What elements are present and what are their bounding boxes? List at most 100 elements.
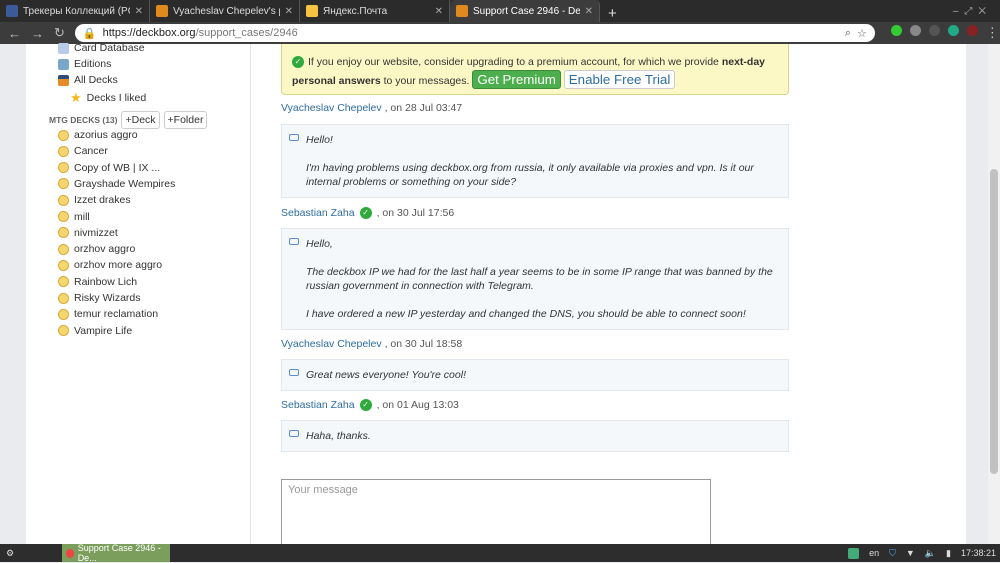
author-link[interactable]: Vyacheslav Chepelev	[281, 338, 382, 350]
deck-bulb-icon	[58, 259, 69, 271]
deck-name: Vampire Life	[74, 324, 133, 337]
start-menu-icon[interactable]: ⚙	[6, 548, 14, 559]
deck-bulb-icon	[58, 194, 69, 206]
tray-app-icon[interactable]	[848, 547, 860, 559]
battery-icon[interactable]: ▮	[946, 548, 951, 559]
star-icon: ★	[70, 90, 82, 105]
sidebar-item-decks-liked[interactable]: ★ Decks I liked	[70, 90, 146, 106]
close-window-icon[interactable]: ✕	[978, 6, 992, 17]
message-body: Great news everyone! You're cool!	[281, 359, 789, 391]
extension-icon[interactable]	[890, 25, 902, 36]
extension-icon[interactable]	[928, 25, 940, 36]
sidebar-item-editions[interactable]: Editions	[58, 58, 111, 70]
deck-bulb-icon	[58, 292, 69, 304]
tab-title: Vyacheslav Chepelev's profile -	[173, 5, 280, 17]
browser-tab[interactable]: Vyacheslav Chepelev's profile - ✕	[150, 0, 300, 22]
deck-bulb-icon	[58, 178, 69, 190]
message-timestamp: , on 01 Aug 13:03	[376, 399, 459, 411]
deck-name: orzhov more aggro	[74, 259, 163, 272]
sidebar-item-all-decks[interactable]: All Decks	[58, 74, 118, 86]
speech-bubble-icon	[289, 134, 299, 141]
maximize-icon[interactable]: ⤢	[964, 6, 978, 17]
sidebar-item-card-database[interactable]: Card Database	[58, 42, 145, 54]
deck-name: Copy of WB | IX ...	[74, 161, 161, 174]
deck-item[interactable]: temur reclamation	[58, 308, 158, 320]
deck-item[interactable]: orzhov aggro	[58, 243, 135, 255]
message-paragraph: I'm having problems using deckbox.org fr…	[306, 162, 754, 188]
browser-tab[interactable]: Трекеры Коллекций (PC, iOS, A ✕	[0, 0, 150, 22]
deck-bulb-icon	[58, 276, 69, 288]
message-timestamp: , on 30 Jul 18:58	[384, 338, 463, 350]
tab-title: Support Case 2946 - Deckbox	[473, 5, 580, 17]
deck-item[interactable]: Vampire Life	[58, 325, 132, 337]
mtg-decks-label: MTG DECKS (13)	[49, 115, 118, 125]
window-controls[interactable]: –⤢✕	[945, 6, 1000, 17]
scrollbar-thumb[interactable]	[990, 169, 998, 474]
close-tab-icon[interactable]: ✕	[585, 6, 593, 17]
shield-icon[interactable]: ⛉	[889, 548, 896, 559]
deck-name: Rainbow Lich	[74, 275, 138, 288]
shield-icon[interactable]	[947, 25, 959, 36]
deck-bulb-icon	[58, 211, 69, 222]
message-placeholder: Your message	[288, 484, 358, 496]
profile-icon[interactable]	[966, 25, 978, 36]
wifi-icon[interactable]: ▼	[906, 548, 915, 558]
mtg-decks-header: MTG DECKS (13) +Deck +Folder	[49, 111, 208, 129]
deck-item[interactable]: nivmizzet	[58, 227, 118, 239]
zoom-icon[interactable]: ⌕	[845, 27, 851, 40]
message-textarea[interactable]: Your message	[281, 479, 711, 549]
deck-bulb-icon	[58, 227, 69, 239]
menu-icon[interactable]: ⋮	[986, 25, 999, 41]
close-tab-icon[interactable]: ✕	[435, 6, 443, 17]
new-tab-button[interactable]: +	[600, 5, 625, 22]
back-icon[interactable]: ←	[8, 26, 21, 41]
browser-tab[interactable]: Support Case 2946 - Deckbox ✕	[450, 0, 600, 22]
taskbar-item-chrome[interactable]: Support Case 2946 - De...	[62, 543, 171, 563]
deck-item[interactable]: orzhov more aggro	[58, 259, 162, 271]
message-author-line: Vyacheslav Chepelev, on 28 Jul 03:47	[281, 102, 462, 114]
deck-item[interactable]: mill	[58, 211, 90, 223]
tab-title: Яндекс.Почта	[323, 5, 388, 17]
add-deck-button[interactable]: +Deck	[121, 111, 160, 129]
deck-item[interactable]: Rainbow Lich	[58, 276, 137, 288]
message-paragraph: Great news everyone! You're cool!	[306, 369, 466, 381]
deck-item[interactable]: Cancer	[58, 145, 108, 157]
deck-item[interactable]: Risky Wizards	[58, 292, 141, 304]
deck-bulb-icon	[58, 162, 69, 174]
deck-name: nivmizzet	[74, 226, 118, 239]
enable-free-trial-button[interactable]: Enable Free Trial	[563, 70, 676, 89]
bookmark-star-icon[interactable]: ☆	[857, 27, 867, 40]
deck-bulb-icon	[58, 145, 69, 157]
tab-title: Трекеры Коллекций (PC, iOS, A	[23, 5, 130, 17]
deck-name: mill	[74, 210, 90, 223]
verified-icon: ✓	[359, 399, 372, 411]
browser-tab[interactable]: Яндекс.Почта ✕	[300, 0, 450, 22]
volume-icon[interactable]: 🔈	[925, 548, 936, 559]
minimize-icon[interactable]: –	[953, 6, 965, 17]
author-link[interactable]: Sebastian Zaha	[281, 399, 355, 411]
chrome-icon	[66, 548, 74, 558]
label: All Decks	[74, 74, 118, 86]
label: Editions	[74, 58, 112, 70]
add-folder-button[interactable]: +Folder	[163, 111, 208, 129]
get-premium-button[interactable]: Get Premium	[472, 70, 561, 89]
close-tab-icon[interactable]: ✕	[285, 6, 293, 17]
task-label: Support Case 2946 - De...	[77, 543, 161, 563]
scrollbar[interactable]	[988, 44, 1000, 544]
pocket-icon[interactable]	[909, 25, 921, 36]
verified-icon: ✓	[359, 207, 372, 219]
url-input[interactable]: 🔒 https://deckbox.org/support_cases/2946…	[74, 24, 875, 42]
deck-item[interactable]: azorius aggro	[58, 129, 138, 141]
deck-item[interactable]: Grayshade Wempires	[58, 178, 175, 190]
deck-name: Cancer	[74, 145, 108, 158]
close-tab-icon[interactable]: ✕	[135, 6, 143, 17]
forward-icon[interactable]: →	[31, 26, 44, 41]
editions-icon	[58, 58, 69, 70]
reload-icon[interactable]: ↻	[54, 25, 65, 41]
deck-item[interactable]: Izzet drakes	[58, 194, 131, 206]
deck-item[interactable]: Copy of WB | IX ...	[58, 162, 160, 174]
author-link[interactable]: Vyacheslav Chepelev	[281, 102, 382, 114]
address-bar: ← → ↻ 🔒 https://deckbox.org/support_case…	[0, 22, 1000, 44]
author-link[interactable]: Sebastian Zaha	[281, 207, 355, 219]
keyboard-layout[interactable]: en	[869, 548, 879, 558]
